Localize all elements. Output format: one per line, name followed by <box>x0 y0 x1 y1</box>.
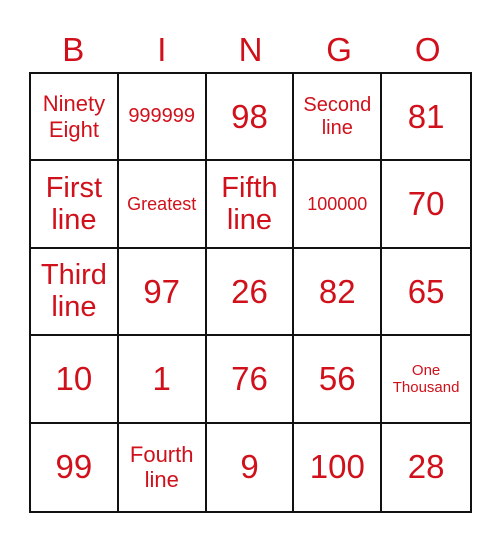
bingo-cell[interactable]: 28 <box>382 424 470 511</box>
bingo-cell[interactable]: Ninety Eight <box>31 74 119 162</box>
bingo-cell[interactable]: 9 <box>207 423 295 511</box>
bingo-cell-text: Fifth line <box>221 171 278 237</box>
bingo-cell-text: 82 <box>318 272 356 310</box>
bingo-cell[interactable]: Fourth line <box>119 423 207 511</box>
bingo-cell-text: One Thousand <box>392 361 460 396</box>
header-letter-b: B <box>62 31 85 68</box>
bingo-cell-text: Second line <box>303 93 372 139</box>
bingo-cell[interactable]: Third line <box>31 248 119 337</box>
bingo-cell-text: First line <box>45 171 103 237</box>
header-letter-g: G <box>326 31 352 68</box>
bingo-cell-text: Fourth line <box>129 442 194 493</box>
bingo-cell-text: 56 <box>318 359 356 397</box>
bingo-cell-text: Third line <box>40 259 107 324</box>
bingo-cell-text: 1 <box>152 359 171 397</box>
bingo-cell[interactable]: 10 <box>31 336 119 424</box>
bingo-cell-text: Ninety Eight <box>42 91 106 142</box>
bingo-cell-text: Greatest <box>127 193 197 214</box>
bingo-cell[interactable]: 70 <box>382 161 470 249</box>
bingo-cell[interactable]: 98 <box>206 74 295 162</box>
bingo-cell-text: 9 <box>240 448 259 486</box>
bingo-cell-text: 100000 <box>307 193 368 214</box>
bingo-cell[interactable]: One Thousand <box>382 336 470 424</box>
bingo-cell[interactable]: 76 <box>206 336 295 424</box>
bingo-cell[interactable]: 26 <box>206 248 295 337</box>
bingo-cell[interactable]: Fifth line <box>206 161 295 249</box>
bingo-cell[interactable]: Greatest <box>118 161 207 249</box>
header-letter-n: N <box>238 31 263 68</box>
header-letter-i: I <box>157 31 167 68</box>
bingo-cell[interactable]: 97 <box>118 248 207 337</box>
bingo-cell[interactable]: 82 <box>294 248 383 337</box>
bingo-cell-text: 100 <box>309 448 365 486</box>
bingo-cell[interactable]: 100 <box>294 423 383 511</box>
bingo-cell[interactable]: 81 <box>382 74 470 162</box>
bingo-header: B I N G O <box>29 28 472 72</box>
bingo-cell-text: 70 <box>407 185 445 223</box>
bingo-cell-text: 97 <box>143 272 181 310</box>
bingo-cell-text: 28 <box>407 448 445 486</box>
bingo-cell-text: 26 <box>231 272 268 310</box>
bingo-cell[interactable]: Second line <box>294 74 383 162</box>
bingo-cell-text: 98 <box>231 97 268 135</box>
bingo-cell-text: 999999 <box>128 105 196 128</box>
header-letter-o: O <box>414 31 441 68</box>
bingo-cell-text: 81 <box>407 97 445 135</box>
bingo-cell-text: 65 <box>407 272 445 310</box>
bingo-cell[interactable]: 56 <box>294 336 383 424</box>
bingo-cell-text: 99 <box>55 448 93 486</box>
bingo-cell-text: 76 <box>231 359 268 397</box>
bingo-cell[interactable]: 65 <box>382 249 470 337</box>
bingo-cell-text: 10 <box>55 359 93 397</box>
bingo-cell[interactable]: 100000 <box>294 161 383 249</box>
bingo-cell[interactable]: 99 <box>31 423 119 511</box>
bingo-cell[interactable]: First line <box>31 161 119 249</box>
bingo-cell[interactable]: 1 <box>118 336 207 424</box>
bingo-cell[interactable]: 999999 <box>118 74 207 162</box>
bingo-grid: Ninety Eight 999999 98 Second line 81 First l… <box>29 72 472 513</box>
